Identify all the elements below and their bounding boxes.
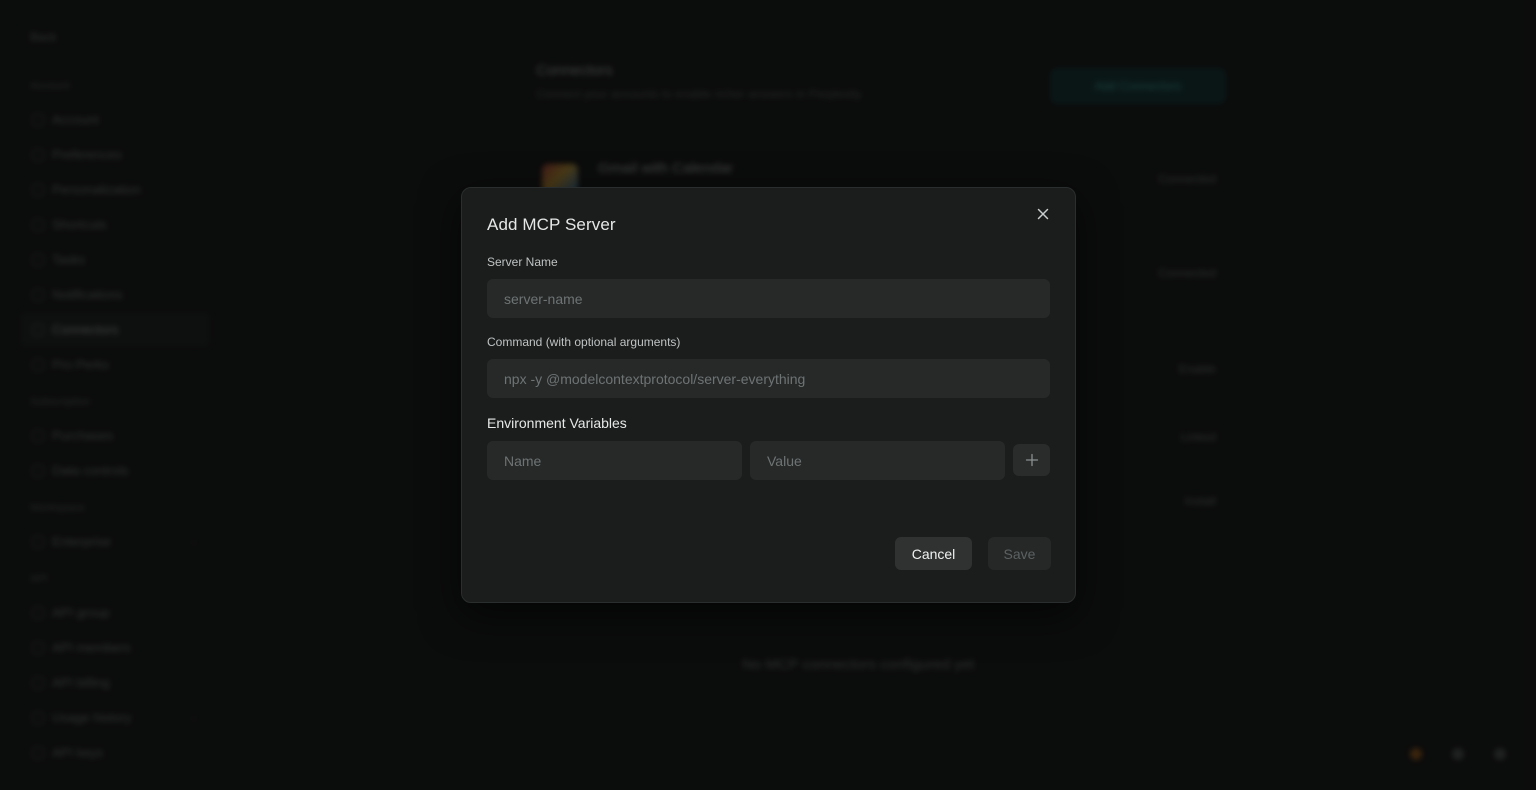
- dialog-title: Add MCP Server: [487, 215, 616, 234]
- command-input[interactable]: [487, 359, 1050, 398]
- save-button[interactable]: Save: [988, 537, 1051, 570]
- add-env-var-button[interactable]: [1013, 444, 1050, 476]
- env-value-input[interactable]: [750, 441, 1005, 480]
- add-mcp-server-dialog: Add MCP Server Server Name Command (with…: [461, 187, 1076, 603]
- env-vars-heading: Environment Variables: [487, 415, 627, 431]
- env-name-input[interactable]: [487, 441, 742, 480]
- close-button[interactable]: [1033, 204, 1053, 224]
- close-icon: [1037, 208, 1049, 220]
- app-window: Back Account Account Preferences Personaliz…: [0, 0, 1536, 790]
- plus-icon: [1025, 453, 1038, 467]
- server-name-input[interactable]: [487, 279, 1050, 318]
- cancel-button[interactable]: Cancel: [895, 537, 972, 570]
- command-label: Command (with optional arguments): [487, 335, 681, 349]
- server-name-label: Server Name: [487, 255, 558, 269]
